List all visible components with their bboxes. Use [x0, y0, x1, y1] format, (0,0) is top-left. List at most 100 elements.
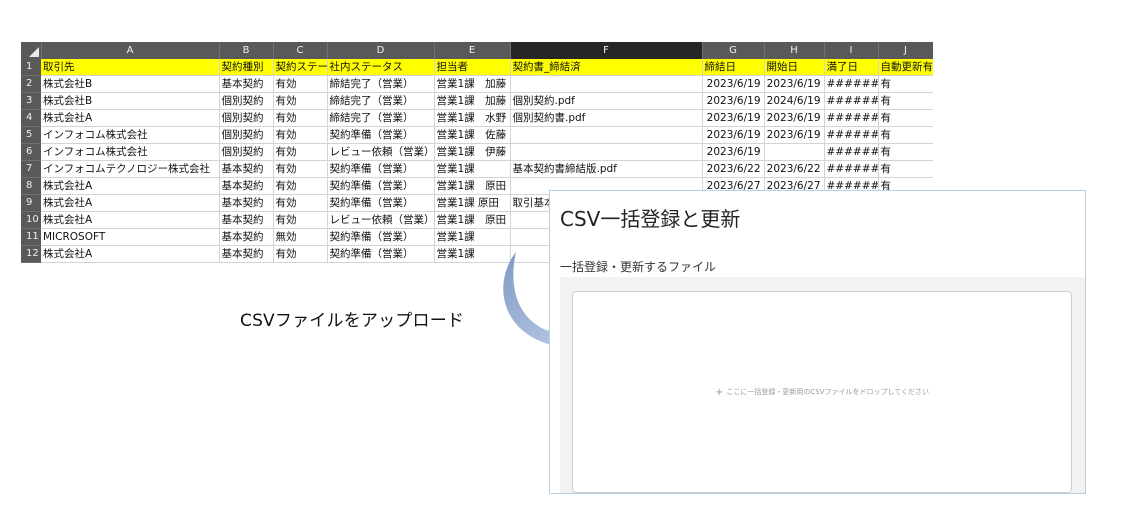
- cell-h[interactable]: [764, 143, 825, 161]
- cell-d[interactable]: レビュー依頼（営業）: [327, 143, 435, 161]
- row-number[interactable]: 4: [21, 109, 41, 127]
- cell-c[interactable]: 有効: [273, 194, 328, 212]
- cell-b[interactable]: 基本契約: [219, 211, 274, 229]
- cell-a[interactable]: 株式会社A: [41, 177, 220, 195]
- cell-a[interactable]: 取引先: [41, 59, 220, 76]
- cell-a[interactable]: 株式会社A: [41, 211, 220, 229]
- cell-b[interactable]: 基本契約: [219, 177, 274, 195]
- cell-e[interactable]: 営業1課: [434, 228, 511, 246]
- cell-h[interactable]: 開始日: [764, 59, 825, 76]
- row-number[interactable]: 1: [21, 59, 41, 76]
- cell-c[interactable]: 有効: [273, 211, 328, 229]
- cell-d[interactable]: 契約準備（営業）: [327, 160, 435, 178]
- cell-j[interactable]: 有: [878, 75, 933, 93]
- cell-i[interactable]: ######: [824, 75, 879, 93]
- column-header-f[interactable]: F: [510, 42, 703, 59]
- cell-a[interactable]: 株式会社B: [41, 92, 220, 110]
- csv-drop-zone[interactable]: + ここに一括登録・更新用のCSVファイルをドロップしてください: [572, 291, 1072, 493]
- cell-c[interactable]: 有効: [273, 109, 328, 127]
- cell-d[interactable]: 契約準備（営業）: [327, 126, 435, 144]
- cell-g[interactable]: 2023/6/22: [702, 160, 765, 178]
- cell-c[interactable]: 契約ステータス: [273, 59, 328, 76]
- cell-c[interactable]: 有効: [273, 75, 328, 93]
- cell-h[interactable]: 2023/6/19: [764, 126, 825, 144]
- column-header-g[interactable]: G: [702, 42, 765, 59]
- cell-a[interactable]: 株式会社A: [41, 194, 220, 212]
- column-header-d[interactable]: D: [327, 42, 435, 59]
- cell-b[interactable]: 基本契約: [219, 228, 274, 246]
- cell-i[interactable]: ######: [824, 143, 879, 161]
- cell-a[interactable]: 株式会社B: [41, 75, 220, 93]
- cell-b[interactable]: 個別契約: [219, 143, 274, 161]
- column-header-j[interactable]: J: [878, 42, 933, 59]
- cell-c[interactable]: 無効: [273, 228, 328, 246]
- cell-b[interactable]: 個別契約: [219, 126, 274, 144]
- cell-c[interactable]: 有効: [273, 245, 328, 263]
- cell-e[interactable]: 営業1課 原田: [434, 194, 511, 212]
- cell-c[interactable]: 有効: [273, 92, 328, 110]
- cell-i[interactable]: ######: [824, 109, 879, 127]
- row-number[interactable]: 8: [21, 177, 41, 195]
- cell-b[interactable]: 基本契約: [219, 75, 274, 93]
- cell-d[interactable]: 社内ステータス: [327, 59, 435, 76]
- cell-d[interactable]: 契約準備（営業）: [327, 177, 435, 195]
- row-number[interactable]: 7: [21, 160, 41, 178]
- cell-i[interactable]: ######: [824, 126, 879, 144]
- cell-e[interactable]: 営業1課: [434, 160, 511, 178]
- cell-b[interactable]: 基本契約: [219, 194, 274, 212]
- cell-e[interactable]: 営業1課 伊藤: [434, 143, 511, 161]
- cell-i[interactable]: ######: [824, 92, 879, 110]
- cell-j[interactable]: 有: [878, 143, 933, 161]
- cell-g[interactable]: 2023/6/19: [702, 109, 765, 127]
- cell-e[interactable]: 営業1課 水野: [434, 109, 511, 127]
- cell-c[interactable]: 有効: [273, 126, 328, 144]
- column-header-a[interactable]: A: [41, 42, 220, 59]
- row-number[interactable]: 6: [21, 143, 41, 161]
- cell-i[interactable]: 満了日: [824, 59, 879, 76]
- cell-d[interactable]: 契約準備（営業）: [327, 245, 435, 263]
- column-header-c[interactable]: C: [273, 42, 328, 59]
- column-header-h[interactable]: H: [764, 42, 825, 59]
- cell-j[interactable]: 自動更新有: [878, 59, 933, 76]
- cell-e[interactable]: 営業1課 加藤: [434, 75, 511, 93]
- cell-b[interactable]: 契約種別: [219, 59, 274, 76]
- cell-e[interactable]: 営業1課 原田: [434, 211, 511, 229]
- cell-e[interactable]: 営業1課 加藤: [434, 92, 511, 110]
- cell-i[interactable]: ######: [824, 160, 879, 178]
- row-number[interactable]: 11: [21, 228, 41, 246]
- row-number[interactable]: 10: [21, 211, 41, 229]
- cell-c[interactable]: 有効: [273, 177, 328, 195]
- cell-a[interactable]: 株式会社A: [41, 109, 220, 127]
- cell-d[interactable]: 締結完了（営業）: [327, 92, 435, 110]
- cell-f[interactable]: 契約書_締結済: [510, 59, 703, 76]
- cell-f[interactable]: 基本契約書締結版.pdf: [510, 160, 703, 178]
- cell-j[interactable]: 有: [878, 109, 933, 127]
- cell-a[interactable]: 株式会社A: [41, 245, 220, 263]
- column-header-b[interactable]: B: [219, 42, 274, 59]
- cell-j[interactable]: 有: [878, 126, 933, 144]
- cell-e[interactable]: 営業1課 原田: [434, 177, 511, 195]
- cell-g[interactable]: 2023/6/19: [702, 126, 765, 144]
- cell-g[interactable]: 2023/6/19: [702, 92, 765, 110]
- cell-a[interactable]: インフォコムテクノロジー株式会社: [41, 160, 220, 178]
- cell-d[interactable]: 契約準備（営業）: [327, 194, 435, 212]
- row-number[interactable]: 5: [21, 126, 41, 144]
- cell-j[interactable]: 有: [878, 160, 933, 178]
- cell-b[interactable]: 個別契約: [219, 109, 274, 127]
- row-number[interactable]: 12: [21, 245, 41, 263]
- row-number[interactable]: 2: [21, 75, 41, 93]
- cell-d[interactable]: 締結完了（営業）: [327, 109, 435, 127]
- cell-h[interactable]: 2023/6/19: [764, 75, 825, 93]
- cell-h[interactable]: 2023/6/19: [764, 109, 825, 127]
- cell-d[interactable]: 締結完了（営業）: [327, 75, 435, 93]
- row-number[interactable]: 3: [21, 92, 41, 110]
- cell-b[interactable]: 基本契約: [219, 245, 274, 263]
- cell-f[interactable]: [510, 126, 703, 144]
- row-number[interactable]: 9: [21, 194, 41, 212]
- cell-j[interactable]: 有: [878, 92, 933, 110]
- cell-f[interactable]: 個別契約.pdf: [510, 92, 703, 110]
- cell-b[interactable]: 基本契約: [219, 160, 274, 178]
- cell-g[interactable]: 2023/6/19: [702, 143, 765, 161]
- cell-g[interactable]: 2023/6/19: [702, 75, 765, 93]
- cell-e[interactable]: 営業1課 佐藤: [434, 126, 511, 144]
